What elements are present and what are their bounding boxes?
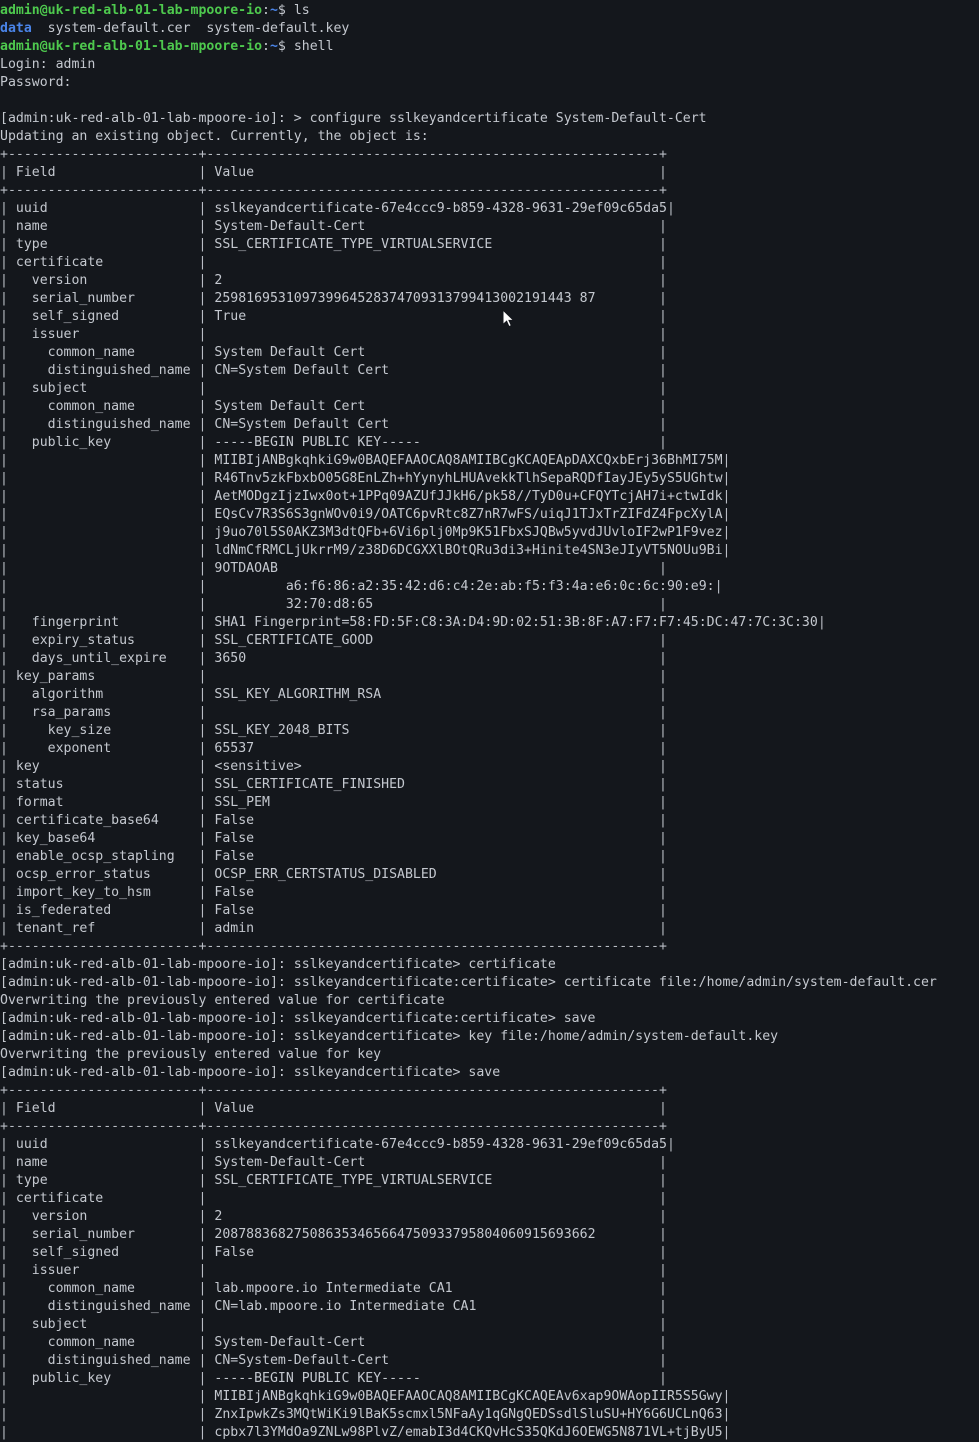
table-row: | subject | | xyxy=(0,1317,667,1332)
terminal-output[interactable]: admin@uk-red-alb-01-lab-mpoore-io:~$ ls d… xyxy=(0,0,979,1442)
password-line: Password: xyxy=(0,75,72,90)
table-separator: +------------------------+--------------… xyxy=(0,939,667,954)
table-row: | days_until_expire | 3650 | xyxy=(0,651,667,666)
table-row: | subject | | xyxy=(0,381,667,396)
table-row: | key_size | SSL_KEY_2048_BITS | xyxy=(0,723,667,738)
table-row: | certificate | | xyxy=(0,255,667,270)
table-header-row: | Field | Value | xyxy=(0,165,667,180)
table-separator: +------------------------+--------------… xyxy=(0,147,667,162)
table-row: | key_params | | xyxy=(0,669,667,684)
table-row: | name | System-Default-Cert | xyxy=(0,1155,667,1170)
table-row: | common_name | System-Default-Cert | xyxy=(0,1335,667,1350)
table-row: | | R46Tnv5zkFbxbO05G8EnLZh+hYynyhLHUAve… xyxy=(0,471,731,486)
table-row: | is_federated | False | xyxy=(0,903,667,918)
table-row: | uuid | sslkeyandcertificate-67e4ccc9-b… xyxy=(0,201,675,216)
table-row: | enable_ocsp_stapling | False | xyxy=(0,849,667,864)
table-row: | | 9OTDAOAB | xyxy=(0,561,667,576)
table-row: | distinguished_name | CN=System-Default… xyxy=(0,1353,667,1368)
table-row: | | a6:f6:86:a2:35:42:d6:c4:2e:ab:f5:f3:… xyxy=(0,579,723,594)
table-row: | serial_number | 2087883682750863534656… xyxy=(0,1227,667,1242)
table-row: | key | <sensitive> | xyxy=(0,759,667,774)
table-row: | | ZnxIpwkZs3MQtWiKi9lBaK5scmxl5NFaAy1q… xyxy=(0,1407,731,1422)
table-row: | exponent | 65537 | xyxy=(0,741,667,756)
cli-prompt-line: [admin:uk-red-alb-01-lab-mpoore-io]: > c… xyxy=(0,111,707,126)
table-row: | algorithm | SSL_KEY_ALGORITHM_RSA | xyxy=(0,687,667,702)
table-row: | | EQsCv7R3S6S3gnWOv0i9/OATC6pvRtc8Z7nR… xyxy=(0,507,731,522)
cli-prompt-line: [admin:uk-red-alb-01-lab-mpoore-io]: ssl… xyxy=(0,1065,501,1080)
table-row: | | ldNmCfRMCLjUkrrM9/z38D6DCGXXlBOtQRu3… xyxy=(0,543,731,558)
table-row: | self_signed | False | xyxy=(0,1245,667,1260)
table-row: | import_key_to_hsm | False | xyxy=(0,885,667,900)
table-row: | common_name | System Default Cert | xyxy=(0,345,667,360)
table-row: | ocsp_error_status | OCSP_ERR_CERTSTATU… xyxy=(0,867,667,882)
table-row: | public_key | -----BEGIN PUBLIC KEY----… xyxy=(0,1371,667,1386)
shell-prompt-line: admin@uk-red-alb-01-lab-mpoore-io:~$ she… xyxy=(0,39,334,54)
updating-line: Updating an existing object. Currently, … xyxy=(0,129,429,144)
table-row: | | MIIBIjANBgkqhkiG9w0BAQEFAAOCAQ8AMIIB… xyxy=(0,453,731,468)
table-row: | | MIIBIjANBgkqhkiG9w0BAQEFAAOCAQ8AMIIB… xyxy=(0,1389,731,1404)
cli-prompt-line: [admin:uk-red-alb-01-lab-mpoore-io]: ssl… xyxy=(0,1029,779,1044)
table-row: | | j9uo70l5S0AKZ3M3dtQFb+6Vi6plj0Mp9K51… xyxy=(0,525,731,540)
table-row: | | 32:70:d8:65 | xyxy=(0,597,667,612)
table-row: | distinguished_name | CN=System Default… xyxy=(0,363,667,378)
table-row: | format | SSL_PEM | xyxy=(0,795,667,810)
table-row: | type | SSL_CERTIFICATE_TYPE_VIRTUALSER… xyxy=(0,1173,667,1188)
overwrite-certificate-line: Overwriting the previously entered value… xyxy=(0,993,445,1008)
ls-output-line: data system-default.cer system-default.k… xyxy=(0,21,350,36)
table-separator: +------------------------+--------------… xyxy=(0,1083,667,1098)
table-row: | key_base64 | False | xyxy=(0,831,667,846)
table-row: | version | 2 | xyxy=(0,273,667,288)
table-row: | | AetMODgzIjzIwx0ot+1PPq09AZUfJJkH6/pk… xyxy=(0,489,731,504)
table-row: | common_name | lab.mpoore.io Intermedia… xyxy=(0,1281,667,1296)
login-line: Login: admin xyxy=(0,57,96,72)
shell-prompt-line: admin@uk-red-alb-01-lab-mpoore-io:~$ ls xyxy=(0,3,310,18)
table-row: | name | System-Default-Cert | xyxy=(0,219,667,234)
table-row: | uuid | sslkeyandcertificate-67e4ccc9-b… xyxy=(0,1137,675,1152)
cli-prompt-line: [admin:uk-red-alb-01-lab-mpoore-io]: ssl… xyxy=(0,975,937,990)
table-row: | tenant_ref | admin | xyxy=(0,921,667,936)
overwrite-key-line: Overwriting the previously entered value… xyxy=(0,1047,382,1062)
table-row: | issuer | | xyxy=(0,327,667,342)
cli-prompt-line: [admin:uk-red-alb-01-lab-mpoore-io]: ssl… xyxy=(0,957,556,972)
table-row: | expiry_status | SSL_CERTIFICATE_GOOD | xyxy=(0,633,667,648)
table-header-row: | Field | Value | xyxy=(0,1101,667,1116)
table-row: | certificate | | xyxy=(0,1191,667,1206)
table-separator: +------------------------+--------------… xyxy=(0,183,667,198)
table-row: | rsa_params | | xyxy=(0,705,667,720)
cli-prompt-line: [admin:uk-red-alb-01-lab-mpoore-io]: ssl… xyxy=(0,1011,596,1026)
table-row: | certificate_base64 | False | xyxy=(0,813,667,828)
table-row: | issuer | | xyxy=(0,1263,667,1278)
table-row: | | cpbx7l3YMdOa9ZNLw98PlvZ/emabI3d4CKQv… xyxy=(0,1425,731,1440)
table-row: | status | SSL_CERTIFICATE_FINISHED | xyxy=(0,777,667,792)
table-row: | version | 2 | xyxy=(0,1209,667,1224)
table-separator: +------------------------+--------------… xyxy=(0,1119,667,1134)
table-row: | common_name | System Default Cert | xyxy=(0,399,667,414)
table-row: | public_key | -----BEGIN PUBLIC KEY----… xyxy=(0,435,667,450)
table-row: | type | SSL_CERTIFICATE_TYPE_VIRTUALSER… xyxy=(0,237,667,252)
table-row: | distinguished_name | CN=lab.mpoore.io … xyxy=(0,1299,667,1314)
table-row: | serial_number | 2598169531097399645283… xyxy=(0,291,667,306)
table-row: | self_signed | True | xyxy=(0,309,667,324)
table-row: | fingerprint | SHA1 Fingerprint=58:FD:5… xyxy=(0,615,826,630)
table-row: | distinguished_name | CN=System Default… xyxy=(0,417,667,432)
